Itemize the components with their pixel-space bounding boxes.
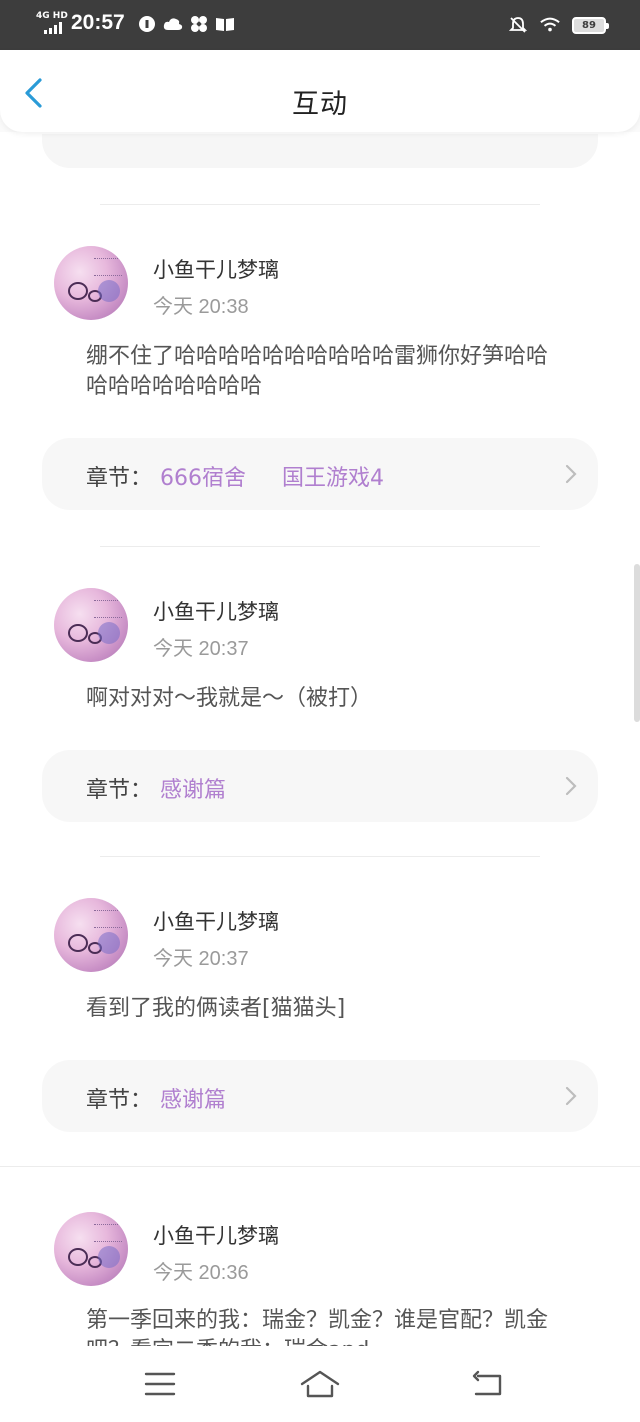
- chevron-right-icon: [565, 464, 577, 484]
- username[interactable]: 小鱼干儿梦璃: [153, 254, 279, 284]
- chevron-right-icon: [565, 776, 577, 796]
- username[interactable]: 小鱼干儿梦璃: [153, 596, 279, 626]
- top-header: 互动: [0, 50, 640, 132]
- comment-list[interactable]: 小鱼干儿梦璃 今天 20:38 绷不住了哈哈哈哈哈哈哈哈哈哈雷狮你好笋哈哈哈哈哈…: [0, 132, 640, 1346]
- chapter-label: 章节：: [86, 466, 153, 491]
- comment-text: 啊对对对～我就是～（被打）: [86, 686, 373, 711]
- avatar[interactable]: [54, 898, 128, 972]
- return-icon: [472, 1370, 502, 1396]
- avatar[interactable]: [54, 246, 128, 320]
- music-icon: [137, 14, 157, 34]
- chapter-link[interactable]: 感谢篇: [160, 1082, 226, 1114]
- chapter-link[interactable]: 666宿舍: [160, 460, 246, 492]
- chapter-row[interactable]: 章节： 感谢篇: [42, 1060, 598, 1132]
- system-nav-bar: [0, 1346, 640, 1422]
- username[interactable]: 小鱼干儿梦璃: [153, 906, 279, 936]
- cloud-icon: [163, 14, 183, 34]
- fan-icon: [189, 14, 209, 34]
- username[interactable]: 小鱼干儿梦璃: [153, 1220, 279, 1250]
- chapter-link[interactable]: 国王游戏4: [282, 460, 384, 492]
- mute-bell-icon: [508, 15, 528, 35]
- chevron-right-icon: [565, 1086, 577, 1106]
- home-button[interactable]: [296, 1368, 344, 1400]
- page-title: 互动: [292, 89, 348, 120]
- network-type: 4G HD: [36, 11, 68, 21]
- comment-text: 第一季回来的我：瑞金？凯金？谁是官配？凯金吧？看完二季的我：瑞金and: [86, 1308, 549, 1346]
- battery-indicator: 89: [572, 16, 609, 34]
- comment-time: 今天 20:36: [153, 1262, 249, 1284]
- chapter-link[interactable]: 感谢篇: [160, 772, 226, 804]
- comment-text: 看到了我的俩读者[猫猫头]: [86, 996, 346, 1021]
- avatar[interactable]: [54, 588, 128, 662]
- scrollbar[interactable]: [634, 564, 640, 722]
- status-bar: 4G HD 20:57 89: [0, 0, 640, 50]
- previous-chapter-card[interactable]: [42, 134, 598, 168]
- menu-icon: [144, 1372, 176, 1396]
- back-nav-button[interactable]: [468, 1368, 508, 1400]
- book-icon: [215, 14, 235, 34]
- comment-time: 今天 20:37: [153, 638, 249, 660]
- menu-button[interactable]: [140, 1368, 180, 1400]
- comment-time: 今天 20:37: [153, 948, 249, 970]
- avatar[interactable]: [54, 1212, 128, 1286]
- divider: [100, 204, 540, 205]
- status-time: 20:57: [71, 11, 125, 34]
- divider: [100, 546, 540, 547]
- chapter-row[interactable]: 章节： 666宿舍 国王游戏4: [42, 438, 598, 510]
- signal-icon: [44, 22, 66, 34]
- chapter-label: 章节：: [86, 1088, 153, 1113]
- chapter-row[interactable]: 章节： 感谢篇: [42, 750, 598, 822]
- wifi-icon: [540, 15, 560, 35]
- divider: [0, 1166, 640, 1167]
- home-icon: [300, 1370, 340, 1398]
- comment-time: 今天 20:38: [153, 296, 249, 318]
- comment-text: 绷不住了哈哈哈哈哈哈哈哈哈哈雷狮你好笋哈哈哈哈哈哈哈哈哈哈: [86, 344, 549, 399]
- chapter-label: 章节：: [86, 778, 153, 803]
- divider: [100, 856, 540, 857]
